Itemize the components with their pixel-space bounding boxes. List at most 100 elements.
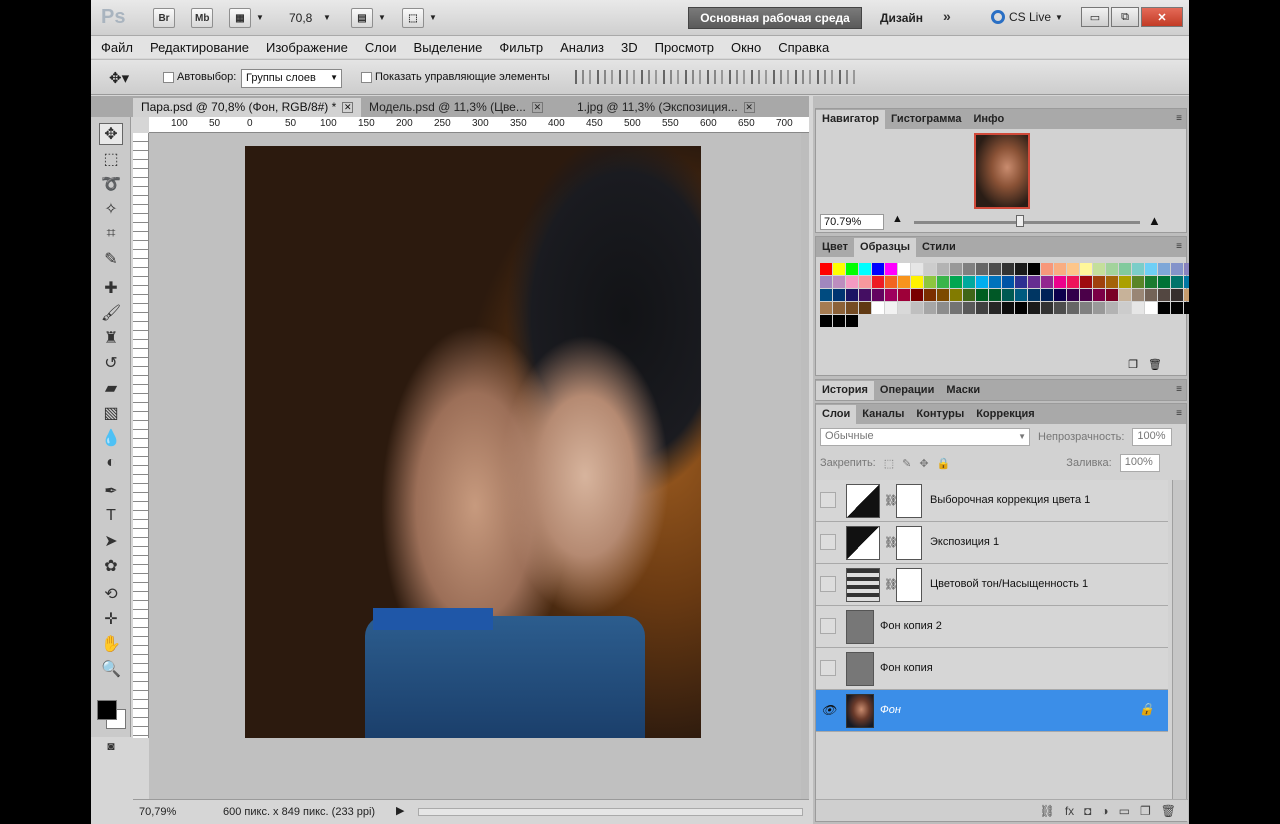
- horizontal-scrollbar[interactable]: [418, 808, 803, 816]
- layer-style-icon[interactable]: fx: [1065, 804, 1074, 818]
- status-zoom[interactable]: 70,79%: [139, 806, 176, 818]
- zoom-in-icon[interactable]: ▲: [1148, 213, 1161, 228]
- color-swatch[interactable]: [1132, 302, 1144, 314]
- zoom-out-icon[interactable]: ▲: [892, 213, 903, 225]
- color-swatch[interactable]: [872, 302, 884, 314]
- layer-row[interactable]: Фон копия: [816, 648, 1168, 690]
- color-swatch[interactable]: [1067, 289, 1079, 301]
- close-tab-icon[interactable]: ✕: [342, 102, 354, 114]
- color-swatch[interactable]: [1158, 263, 1170, 275]
- tab-masks[interactable]: Маски: [940, 381, 986, 400]
- foreground-color-swatch[interactable]: [97, 700, 117, 720]
- color-swatch[interactable]: [1119, 289, 1131, 301]
- color-swatch[interactable]: [846, 302, 858, 314]
- lock-all-icon[interactable]: 🔒: [937, 457, 951, 470]
- minimize-button[interactable]: ▭: [1081, 7, 1109, 27]
- color-swatch[interactable]: [1002, 276, 1014, 288]
- color-swatch[interactable]: [1184, 289, 1189, 301]
- color-swatch[interactable]: [1080, 302, 1092, 314]
- history-brush-tool-icon[interactable]: ↺: [99, 352, 123, 374]
- dodge-tool-icon[interactable]: ◐: [99, 452, 123, 474]
- vertical-scrollbar[interactable]: [801, 133, 809, 799]
- menu-layers[interactable]: Слои: [365, 40, 406, 55]
- menu-3d[interactable]: 3D: [621, 40, 647, 55]
- color-swatch[interactable]: [1054, 289, 1066, 301]
- color-swatch[interactable]: [924, 276, 936, 288]
- autoselect-checkbox[interactable]: [163, 72, 174, 83]
- color-swatch[interactable]: [924, 263, 936, 275]
- tab-navigator[interactable]: Навигатор: [816, 110, 885, 129]
- color-swatch[interactable]: [1158, 289, 1170, 301]
- layer-row[interactable]: ⛓ Выборочная коррекция цвета 1: [816, 480, 1168, 522]
- quick-mask-icon[interactable]: ◙: [99, 735, 123, 757]
- menu-select[interactable]: Выделение: [414, 40, 492, 55]
- color-swatch[interactable]: [950, 289, 962, 301]
- color-swatch[interactable]: [820, 289, 832, 301]
- align-left-icon[interactable]: [641, 70, 657, 84]
- layer-mask-thumbnail[interactable]: [896, 526, 922, 560]
- panel-menu-icon[interactable]: ≡: [1176, 113, 1182, 124]
- quick-select-tool-icon[interactable]: ✧: [99, 198, 123, 220]
- tab-adjustments[interactable]: Коррекция: [970, 405, 1040, 424]
- new-swatch-icon[interactable]: ❐: [1128, 358, 1138, 371]
- color-swatch[interactable]: [1002, 289, 1014, 301]
- distribute-top-icon[interactable]: [707, 70, 723, 84]
- tab-channels[interactable]: Каналы: [856, 405, 910, 424]
- color-swatch[interactable]: [872, 263, 884, 275]
- visibility-toggle[interactable]: [820, 618, 836, 634]
- navigator-zoom-slider[interactable]: [914, 221, 1140, 224]
- navigator-thumbnail[interactable]: [974, 133, 1030, 209]
- align-top-icon[interactable]: [575, 70, 591, 84]
- distribute-right-icon[interactable]: [817, 70, 833, 84]
- link-layers-icon[interactable]: ⛓: [1040, 804, 1055, 818]
- brush-tool-icon[interactable]: 🖌: [99, 302, 123, 324]
- type-tool-icon[interactable]: T: [99, 505, 123, 527]
- blend-mode-dropdown[interactable]: Обычные: [820, 428, 1030, 446]
- menu-filter[interactable]: Фильтр: [499, 40, 552, 55]
- color-swatch[interactable]: [1080, 276, 1092, 288]
- layer-row-selected[interactable]: 👁 Фон 🔒: [816, 690, 1168, 732]
- color-swatch[interactable]: [950, 302, 962, 314]
- new-group-icon[interactable]: ▭: [1119, 804, 1130, 818]
- distribute-vcenter-icon[interactable]: [729, 70, 745, 84]
- chevron-down-icon[interactable]: ▼: [256, 13, 264, 22]
- path-selection-tool-icon[interactable]: ➤: [99, 530, 123, 552]
- color-swatch[interactable]: [1080, 289, 1092, 301]
- opacity-field[interactable]: 100%: [1132, 428, 1173, 446]
- color-swatch[interactable]: [1171, 276, 1183, 288]
- distribute-bottom-icon[interactable]: [751, 70, 767, 84]
- visibility-toggle[interactable]: [820, 492, 836, 508]
- color-swatch[interactable]: [1054, 263, 1066, 275]
- close-button[interactable]: ✕: [1141, 7, 1183, 27]
- color-swatch[interactable]: [976, 289, 988, 301]
- autoselect-dropdown[interactable]: Группы слоев: [241, 69, 342, 88]
- color-swatch[interactable]: [1093, 263, 1105, 275]
- color-swatch[interactable]: [1067, 263, 1079, 275]
- color-swatch[interactable]: [1028, 302, 1040, 314]
- close-tab-icon[interactable]: ✕: [531, 102, 543, 114]
- document-canvas[interactable]: [149, 133, 801, 799]
- delete-layer-icon[interactable]: 🗑: [1161, 804, 1176, 818]
- color-swatch[interactable]: [885, 263, 897, 275]
- color-swatch[interactable]: [937, 302, 949, 314]
- layer-row[interactable]: Фон копия 2: [816, 606, 1168, 648]
- color-swatch[interactable]: [1158, 302, 1170, 314]
- color-swatch[interactable]: [1080, 263, 1092, 275]
- color-swatch[interactable]: [911, 289, 923, 301]
- color-swatch[interactable]: [833, 302, 845, 314]
- color-swatch[interactable]: [833, 315, 845, 327]
- color-swatch[interactable]: [1106, 276, 1118, 288]
- visibility-toggle[interactable]: [820, 534, 836, 550]
- auto-align-icon[interactable]: [839, 70, 855, 84]
- color-swatch[interactable]: [1106, 263, 1118, 275]
- color-swatch[interactable]: [1093, 289, 1105, 301]
- add-mask-icon[interactable]: ◘: [1084, 804, 1091, 818]
- color-swatch[interactable]: [1015, 302, 1027, 314]
- color-swatch[interactable]: [833, 263, 845, 275]
- color-swatch[interactable]: [1041, 302, 1053, 314]
- arrange-documents-icon[interactable]: ▤: [351, 8, 373, 28]
- tab-styles[interactable]: Стили: [916, 238, 962, 257]
- minibridge-button[interactable]: Mb: [191, 8, 214, 28]
- visibility-toggle[interactable]: [820, 660, 836, 676]
- color-swatch[interactable]: [976, 302, 988, 314]
